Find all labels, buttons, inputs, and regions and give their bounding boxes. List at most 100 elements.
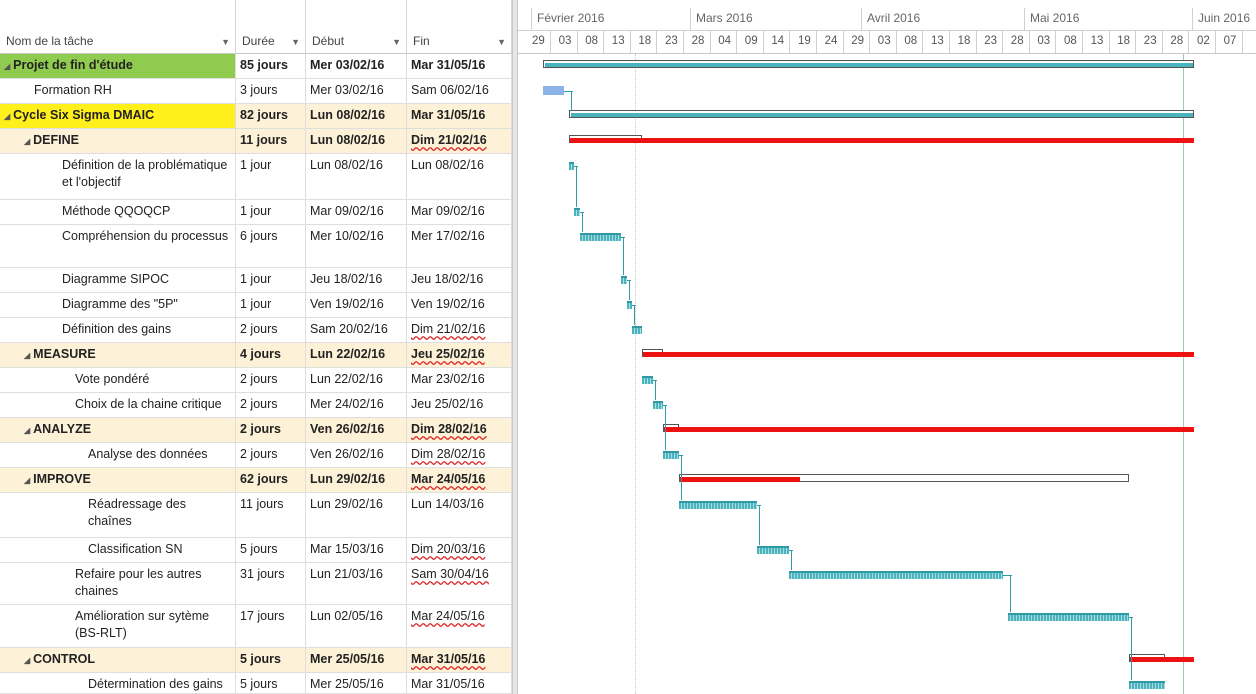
end-cell[interactable]: Mar 24/05/16 [407,468,512,492]
collapse-toggle-icon[interactable]: ◢ [24,476,30,485]
task-bar[interactable] [543,86,564,95]
task-name-cell[interactable]: ◢ ANALYZE [0,418,236,442]
duration-cell[interactable]: 1 jour [236,293,306,317]
table-row[interactable]: Compréhension du processus 6 jours Mer 10/… [0,225,512,268]
table-row[interactable]: ◢ MEASURE 4 jours Lun 22/02/16 Jeu 25/02/16 [0,343,512,368]
end-cell[interactable]: Jeu 18/02/16 [407,268,512,292]
duration-cell[interactable]: 2 jours [236,418,306,442]
start-cell[interactable]: Lun 22/02/16 [306,368,407,392]
end-cell[interactable]: Jeu 25/02/16 [407,393,512,417]
task-bar[interactable] [1128,681,1166,689]
task-bar[interactable] [788,571,1004,579]
table-row[interactable]: Formation RH 3 jours Mer 03/02/16 Sam 06/02… [0,79,512,104]
end-cell[interactable]: Ven 19/02/16 [407,293,512,317]
duration-cell[interactable]: 3 jours [236,79,306,103]
summary-bar[interactable] [545,63,1193,67]
task-name-cell[interactable]: Définition de la problématique et l'obje… [0,154,236,199]
start-cell[interactable]: Sam 20/02/16 [306,318,407,342]
task-bar[interactable] [757,546,789,554]
task-name-cell[interactable]: ◢ Cycle Six Sigma DMAIC [0,104,236,128]
task-name-cell[interactable]: ◢ IMPROVE [0,468,236,492]
start-cell[interactable]: Lun 22/02/16 [306,343,407,367]
collapse-toggle-icon[interactable]: ◢ [4,112,10,121]
table-row[interactable]: Refaire pour les autres chaines 31 jours L… [0,563,512,605]
table-row[interactable]: Diagramme des "5P" 1 jour Ven 19/02/16 Ven … [0,293,512,318]
start-cell[interactable]: Lun 08/02/16 [306,104,407,128]
table-row[interactable]: Choix de la chaine critique 2 jours Mer 24… [0,393,512,418]
start-cell[interactable]: Ven 26/02/16 [306,418,407,442]
column-header-name[interactable]: Nom de la tâche ▼ [0,0,236,54]
collapse-toggle-icon[interactable]: ◢ [24,137,30,146]
start-cell[interactable]: Mar 15/03/16 [306,538,407,562]
task-name-cell[interactable]: ◢ DEFINE [0,129,236,153]
start-cell[interactable]: Mer 10/02/16 [306,225,407,267]
end-cell[interactable]: Mar 31/05/16 [407,54,512,78]
task-name-cell[interactable]: Diagramme des "5P" [0,293,236,317]
critical-path-bar[interactable] [643,352,1194,357]
duration-cell[interactable]: 5 jours [236,648,306,672]
table-row[interactable]: Méthode QQOQCP 1 jour Mar 09/02/16 Mar 09/0… [0,200,512,225]
task-name-cell[interactable]: Analyse des données [0,443,236,467]
table-row[interactable]: Définition des gains 2 jours Sam 20/02/16 D… [0,318,512,343]
table-row[interactable]: ◢ ANALYZE 2 jours Ven 26/02/16 Dim 28/02/16 [0,418,512,443]
chevron-down-icon[interactable]: ▼ [221,37,230,47]
task-name-cell[interactable]: Amélioration sur sytème (BS-RLT) [0,605,236,647]
end-cell[interactable]: Dim 28/02/16 [407,443,512,467]
task-bar[interactable] [579,233,622,241]
table-row[interactable]: Vote pondéré 2 jours Lun 22/02/16 Mar 23/02… [0,368,512,393]
chevron-down-icon[interactable]: ▼ [392,37,401,47]
start-cell[interactable]: Lun 21/03/16 [306,563,407,604]
task-name-cell[interactable]: Classification SN [0,538,236,562]
duration-cell[interactable]: 6 jours [236,225,306,267]
end-cell[interactable]: Dim 21/02/16 [407,129,512,153]
end-cell[interactable]: Mar 23/02/16 [407,368,512,392]
task-name-cell[interactable]: Compréhension du processus [0,225,236,267]
table-row[interactable]: Diagramme SIPOC 1 jour Jeu 18/02/16 Jeu 18/… [0,268,512,293]
table-row[interactable]: ◢ DEFINE 11 jours Lun 08/02/16 Dim 21/02/16 [0,129,512,154]
duration-cell[interactable]: 31 jours [236,563,306,604]
task-name-cell[interactable]: ◢ CONTROL [0,648,236,672]
start-cell[interactable]: Mar 09/02/16 [306,200,407,224]
critical-path-bar[interactable] [1129,657,1194,662]
task-name-cell[interactable]: Méthode QQOQCP [0,200,236,224]
end-cell[interactable]: Mar 09/02/16 [407,200,512,224]
chevron-down-icon[interactable]: ▼ [497,37,506,47]
task-name-cell[interactable]: Définition des gains [0,318,236,342]
table-row[interactable]: Définition de la problématique et l'obje… [0,154,512,200]
task-bar[interactable] [652,401,664,409]
duration-cell[interactable]: 85 jours [236,54,306,78]
task-name-cell[interactable]: ◢ MEASURE [0,343,236,367]
table-row[interactable]: Classification SN 5 jours Mar 15/03/16 Dim … [0,538,512,563]
end-cell[interactable]: Mar 31/05/16 [407,648,512,672]
critical-path-bar[interactable] [570,138,1194,143]
end-cell[interactable]: Mar 31/05/16 [407,104,512,128]
table-row[interactable]: Détermination des gains 5 jours Mer 25/05/… [0,673,512,694]
critical-path-bar[interactable] [664,427,1194,432]
task-bar[interactable] [642,376,653,384]
chevron-down-icon[interactable]: ▼ [291,37,300,47]
duration-cell[interactable]: 2 jours [236,443,306,467]
task-bar[interactable] [1008,613,1129,621]
task-name-cell[interactable]: Formation RH [0,79,236,103]
duration-cell[interactable]: 82 jours [236,104,306,128]
duration-cell[interactable]: 2 jours [236,318,306,342]
collapse-toggle-icon[interactable]: ◢ [24,351,30,360]
collapse-toggle-icon[interactable]: ◢ [24,656,30,665]
table-row[interactable]: ◢ Cycle Six Sigma DMAIC 82 jours Lun 08/02/… [0,104,512,129]
duration-cell[interactable]: 5 jours [236,538,306,562]
end-cell[interactable]: Lun 08/02/16 [407,154,512,199]
table-row[interactable]: Analyse des données 2 jours Ven 26/02/16 Di… [0,443,512,468]
start-cell[interactable]: Mer 03/02/16 [306,79,407,103]
task-name-cell[interactable]: Refaire pour les autres chaines [0,563,236,604]
task-name-cell[interactable]: Choix de la chaine critique [0,393,236,417]
start-cell[interactable]: Lun 08/02/16 [306,154,407,199]
end-cell[interactable]: Mar 24/05/16 [407,605,512,647]
start-cell[interactable]: Mer 03/02/16 [306,54,407,78]
task-name-cell[interactable]: ◢ Projet de fin d'étude [0,54,236,78]
collapse-toggle-icon[interactable]: ◢ [24,426,30,435]
summary-bar[interactable] [571,113,1193,117]
duration-cell[interactable]: 2 jours [236,368,306,392]
start-cell[interactable]: Lun 29/02/16 [306,493,407,537]
start-cell[interactable]: Ven 26/02/16 [306,443,407,467]
end-cell[interactable]: Lun 14/03/16 [407,493,512,537]
